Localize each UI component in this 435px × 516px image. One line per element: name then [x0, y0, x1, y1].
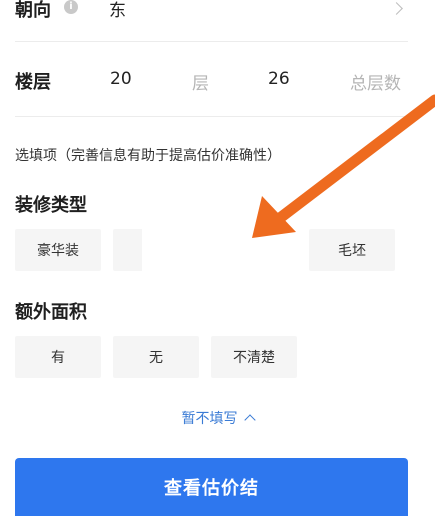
- info-icon[interactable]: i: [64, 0, 78, 14]
- chevron-right-icon: [390, 2, 403, 15]
- divider: [15, 116, 408, 117]
- option-luxury[interactable]: 豪华装: [15, 229, 101, 271]
- option-yes[interactable]: 有: [15, 336, 101, 378]
- extra-area-title: 额外面积: [15, 302, 87, 323]
- collapse-toggle[interactable]: 暂不填写: [0, 408, 435, 428]
- view-valuation-button[interactable]: 查看估价结: [15, 458, 408, 516]
- view-valuation-label: 查看估价结: [164, 478, 259, 499]
- orientation-label: 朝向: [15, 0, 51, 21]
- divider: [15, 41, 408, 42]
- floor-total-input[interactable]: 26: [268, 69, 290, 89]
- floor-current-input[interactable]: 20: [110, 69, 132, 89]
- decoration-title: 装修类型: [15, 195, 87, 216]
- redacted-area: [142, 222, 297, 276]
- option-unsure[interactable]: 不清楚: [211, 336, 297, 378]
- chevron-up-icon: [243, 414, 256, 426]
- optional-hint: 选填项（完善信息有助于提高估价准确性）: [15, 148, 281, 164]
- option-rough[interactable]: 毛坯: [309, 229, 395, 271]
- collapse-toggle-label: 暂不填写: [181, 411, 238, 427]
- floor-total-unit: 总层数: [350, 74, 401, 94]
- orientation-value: 东: [109, 1, 126, 21]
- floor-label: 楼层: [15, 72, 51, 93]
- floor-current-unit: 层: [192, 74, 209, 94]
- option-no[interactable]: 无: [113, 336, 199, 378]
